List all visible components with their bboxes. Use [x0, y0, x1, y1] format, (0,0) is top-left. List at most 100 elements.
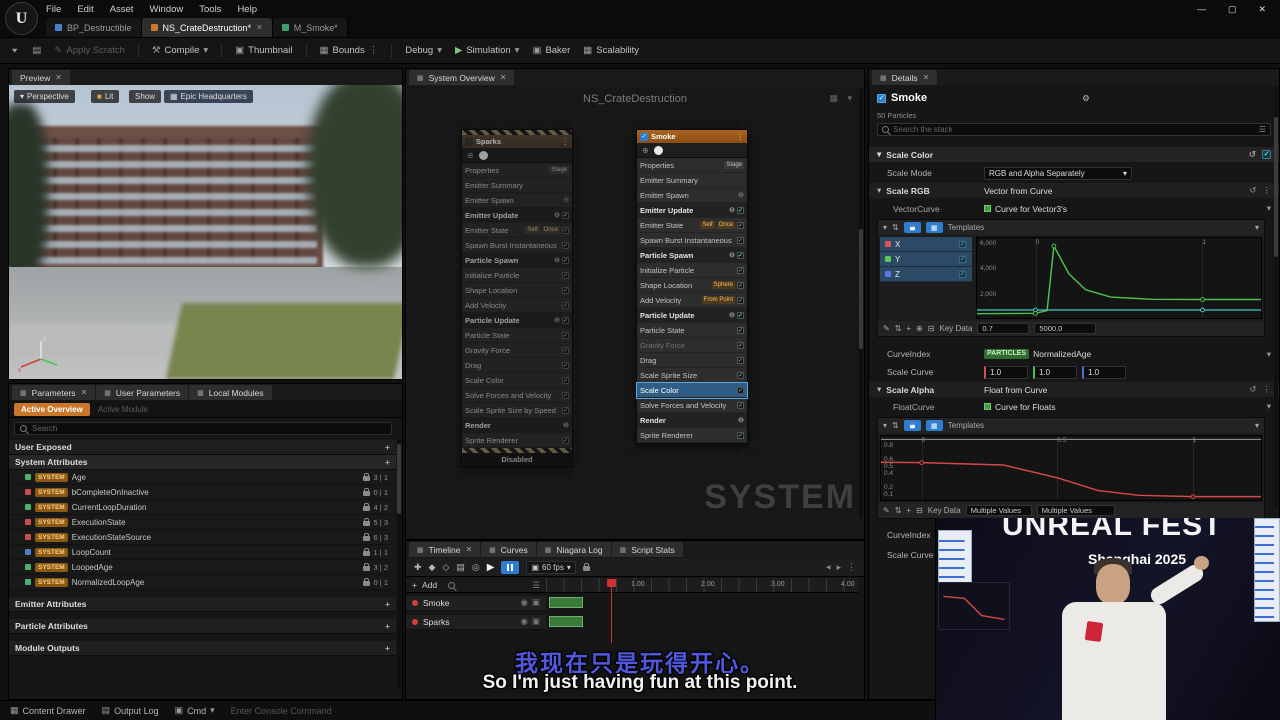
curve-index-value[interactable]: NormalizedAge	[1033, 349, 1091, 359]
collapsed-section[interactable]: Particle Attributes	[9, 619, 396, 634]
vector-curve-value[interactable]: Curve for Vector3's	[995, 204, 1067, 214]
stack-row[interactable]: Add Velocity From Point	[637, 293, 747, 308]
node-menu-icon[interactable]	[562, 137, 570, 146]
parameter-row[interactable]: SYSTEM CurrentLoopDuration 4 | 2	[9, 500, 396, 515]
reset-icon[interactable]	[1249, 384, 1256, 395]
curve-view-mode-button[interactable]	[904, 420, 921, 431]
add-track-icon[interactable]	[412, 580, 417, 590]
module-enabled-checkbox[interactable]	[737, 432, 744, 439]
stack-row[interactable]: Emitter Spawn	[462, 193, 572, 208]
stack-row[interactable]: Properties Stage	[637, 158, 747, 173]
lit-mode-button[interactable]: Lit	[91, 90, 119, 103]
module-enabled-checkbox[interactable]	[562, 362, 569, 369]
track-smoke[interactable]: Smoke	[406, 595, 858, 611]
stack-row[interactable]: Particle Spawn	[637, 248, 747, 263]
graph-settings-icon[interactable]	[829, 93, 838, 104]
search-icon[interactable]	[448, 582, 455, 589]
overview-scrollbar[interactable]	[859, 89, 863, 519]
window-control-button[interactable]: —	[1197, 4, 1206, 15]
add-key-icon[interactable]	[906, 324, 911, 333]
pin-icon[interactable]	[467, 151, 474, 160]
module-enabled-checkbox[interactable]	[562, 377, 569, 384]
asset-tab[interactable]: BP_Destructible	[46, 18, 142, 37]
module-enabled-checkbox[interactable]	[737, 402, 744, 409]
record-dot[interactable]	[412, 619, 418, 625]
channel-y[interactable]: Y	[880, 252, 972, 267]
menu-item[interactable]: Window	[149, 4, 183, 15]
add-parameter-icon[interactable]	[385, 599, 390, 609]
stack-row[interactable]: Initialize Particle	[462, 268, 572, 283]
thumbnail-button[interactable]: Thumbnail	[235, 45, 292, 56]
stack-row[interactable]: Scale Sprite Size	[637, 368, 747, 383]
stack-row[interactable]: Emitter Summary	[462, 178, 572, 193]
scale-curve-x-field[interactable]: 1.0	[984, 366, 1028, 379]
module-enabled-checkbox[interactable]	[737, 267, 744, 274]
module-enabled-checkbox[interactable]	[737, 357, 744, 364]
parameter-row[interactable]: SYSTEM LoopedAge 3 | 2	[9, 560, 396, 575]
chevron-down-icon[interactable]	[883, 421, 887, 430]
timeline-tab[interactable]: Script Stats	[612, 542, 683, 557]
bounds-button[interactable]: Bounds	[320, 45, 379, 56]
window-control-button[interactable]: ✕	[1258, 4, 1266, 15]
compile-button[interactable]: Compile	[152, 45, 208, 56]
reset-icon[interactable]	[1249, 149, 1256, 160]
stack-row[interactable]: Emitter Spawn	[637, 188, 747, 203]
stack-row[interactable]: Properties Stage	[462, 163, 572, 178]
templates-label[interactable]: Templates	[948, 223, 984, 232]
apply-scratch-button[interactable]: Apply Scratch	[54, 45, 125, 56]
stack-row[interactable]: Spawn Burst Instantaneous	[462, 238, 572, 253]
stack-row[interactable]: Solve Forces and Velocity	[637, 398, 747, 413]
timeline-tab[interactable]: Timeline	[409, 542, 480, 557]
add-parameter-icon[interactable]	[385, 621, 390, 631]
stack-row[interactable]: Spawn Burst Instantaneous	[637, 233, 747, 248]
close-icon[interactable]	[55, 73, 62, 82]
stack-row[interactable]: Gravity Force	[637, 338, 747, 353]
key-time-field[interactable]: Multiple Values	[966, 505, 1032, 516]
close-icon[interactable]	[500, 73, 507, 82]
stack-row[interactable]: Emitter Summary	[637, 173, 747, 188]
play-button[interactable]	[487, 562, 495, 573]
more-options-icon[interactable]	[1263, 185, 1272, 196]
content-drawer-button[interactable]: Content Drawer	[10, 705, 86, 716]
stack-row[interactable]: Sprite Renderer	[637, 428, 747, 443]
timeline-tab[interactable]: Niagara Log	[537, 542, 611, 557]
layers-icon[interactable]: ▤	[456, 562, 465, 573]
module-enabled-checkbox[interactable]	[737, 237, 744, 244]
curve-frame-button[interactable]	[926, 222, 943, 233]
parameters-search[interactable]: Search	[14, 422, 392, 435]
scale-alpha-value[interactable]: Float from Curve	[984, 385, 1047, 395]
stack-row[interactable]: Emitter State Self Once	[637, 218, 747, 233]
module-enabled-checkbox[interactable]	[737, 297, 744, 304]
keyframe-outline-icon[interactable]: ◇	[442, 562, 449, 573]
parameter-row[interactable]: SYSTEM bCompleteOnInactive 0 | 1	[9, 485, 396, 500]
vector-curve-graph[interactable]: 6,000 4,000 2,000 0 1	[976, 237, 1262, 319]
section-scale-color[interactable]: Scale Color	[869, 147, 1279, 162]
stack-row[interactable]: Drag	[637, 353, 747, 368]
key-value-field[interactable]: 5000.0	[1034, 323, 1096, 334]
chevron-down-icon[interactable]	[1267, 401, 1271, 412]
chevron-down-icon[interactable]	[203, 45, 208, 56]
add-parameter-icon[interactable]	[385, 442, 390, 452]
module-enabled-checkbox[interactable]	[562, 272, 569, 279]
emitter-node-header[interactable]: Sparks	[462, 135, 572, 148]
overview-graph-canvas[interactable]: NS_CrateDestruction SYSTEM Sparks	[406, 85, 864, 539]
close-icon[interactable]	[465, 545, 472, 554]
module-enabled-checkbox[interactable]	[737, 282, 744, 289]
scale-rgb-value[interactable]: Vector from Curve	[984, 186, 1053, 196]
scalability-button[interactable]: Scalability	[583, 45, 639, 56]
module-enabled-checkbox[interactable]	[737, 342, 744, 349]
track-clip[interactable]	[549, 616, 583, 627]
scale-rgb-row[interactable]: Scale RGB Vector from Curve	[869, 183, 1279, 198]
parameters-tab[interactable]: User Parameters	[96, 385, 188, 400]
preview-scene-button[interactable]: Epic Headquarters	[164, 90, 253, 103]
stack-row[interactable]: Add Velocity	[462, 298, 572, 313]
menu-item[interactable]: Asset	[110, 4, 134, 15]
stack-row[interactable]: Particle Update	[462, 313, 572, 328]
stack-row[interactable]: Shape Location	[462, 283, 572, 298]
parameter-row[interactable]: SYSTEM ExecutionState 5 | 3	[9, 515, 396, 530]
visibility-icon[interactable]	[521, 597, 528, 608]
channel-visible-checkbox[interactable]	[959, 270, 966, 277]
float-curve-value[interactable]: Curve for Floats	[995, 402, 1055, 412]
close-icon[interactable]	[256, 23, 263, 32]
emitter-node-header[interactable]: Smoke	[637, 130, 747, 143]
